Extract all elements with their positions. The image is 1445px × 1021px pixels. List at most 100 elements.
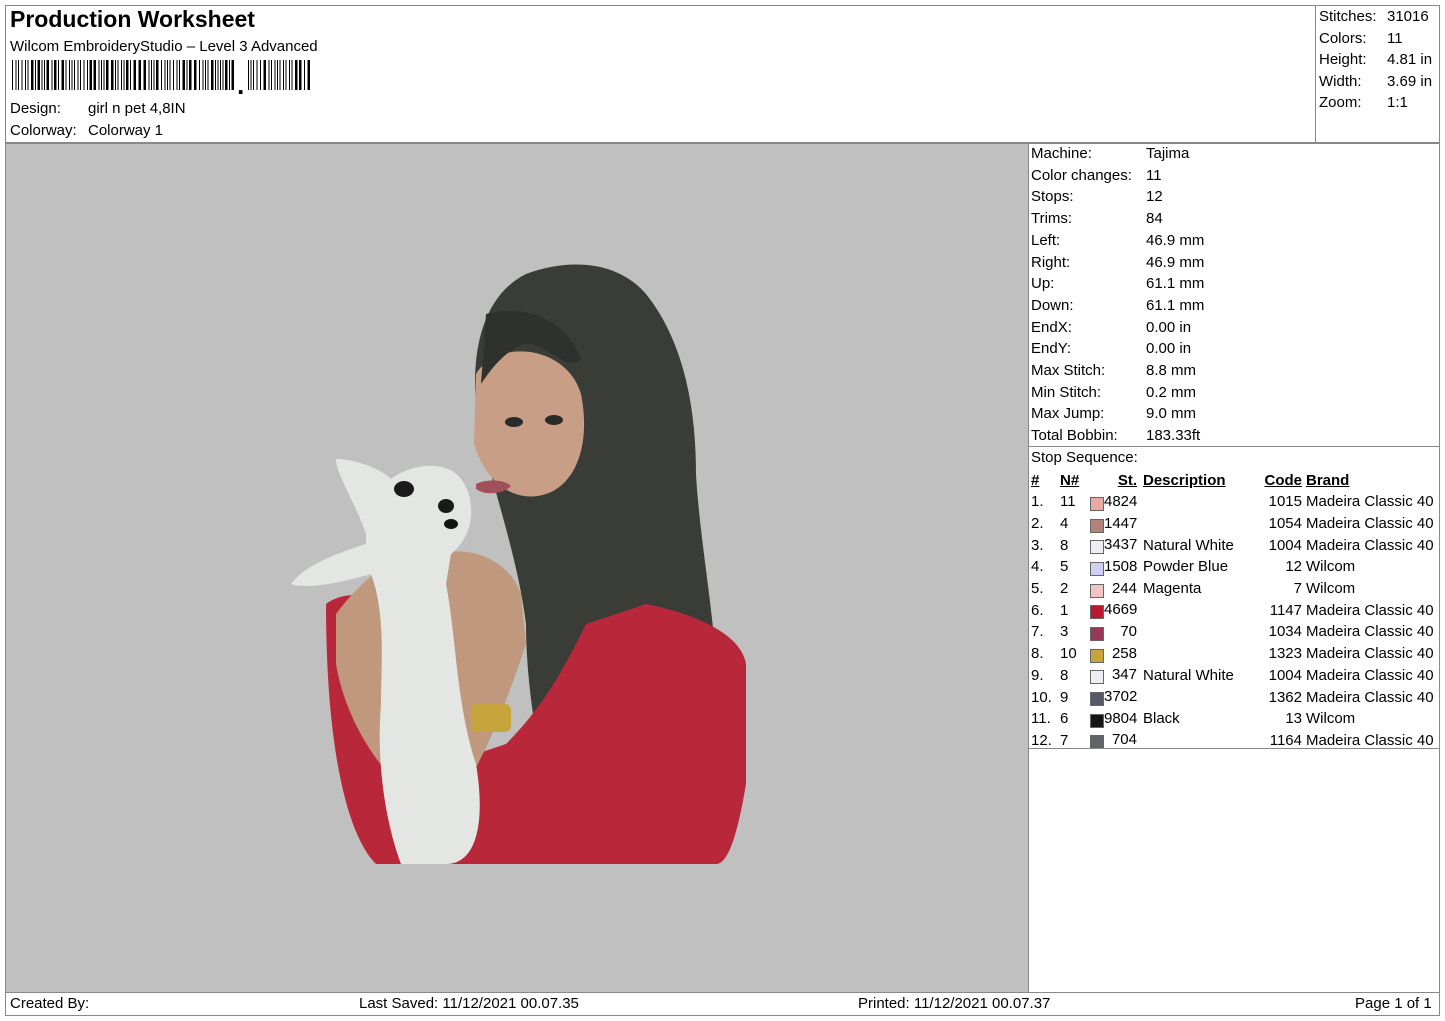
barcode-bar <box>253 60 254 90</box>
machine-info-label: Down: <box>1031 296 1074 314</box>
barcode-bar <box>111 60 114 90</box>
row-brand: Madeira Classic 40 <box>1306 515 1434 533</box>
machine-info-label: Total Bobbin: <box>1031 427 1118 445</box>
summary-label: Zoom: <box>1319 94 1362 112</box>
barcode-bar <box>199 60 200 90</box>
stitch-count: 4824 <box>1104 492 1138 510</box>
machine-info-label: Stops: <box>1031 188 1074 206</box>
table-row: 4. 5 1508 Powder Blue 12 Wilcom <box>1031 556 1437 578</box>
row-num: 11. <box>1031 710 1051 728</box>
barcode-bar <box>41 60 43 90</box>
barcode-bar <box>161 60 162 90</box>
machine-info-value: 46.9 mm <box>1146 231 1205 249</box>
barcode-bar <box>189 60 192 90</box>
barcode-bar <box>279 60 281 90</box>
row-stitches: 4669 <box>1090 599 1143 621</box>
machine-info-label: Left: <box>1031 231 1061 249</box>
row-code: 1362 <box>1268 688 1302 706</box>
barcode-bar <box>121 60 122 90</box>
summary-value: 3.69 in <box>1387 72 1433 90</box>
row-code: 1015 <box>1268 493 1302 511</box>
table-row: 3. 8 3437 Natural White 1004 Madeira Classic … <box>1031 534 1437 556</box>
machine-info-value: 8.8 mm <box>1146 362 1197 379</box>
row-num: 4. <box>1031 558 1044 576</box>
summary-label: Width: <box>1319 72 1362 90</box>
barcode-bar <box>123 60 125 90</box>
row-needle: 4 <box>1060 515 1069 533</box>
row-num: 3. <box>1031 536 1044 554</box>
machine-info-value: 11 <box>1146 166 1162 184</box>
barcode-bar <box>291 60 293 90</box>
table-row: 9. 8 347 Natural White 1004 Madeira Classic 4… <box>1031 665 1437 687</box>
barcode-bar <box>164 60 166 90</box>
barcode-bar <box>74 60 75 90</box>
machine-info-label: Machine: <box>1031 145 1092 162</box>
barcode-bar <box>299 60 302 90</box>
row-description <box>1143 686 1258 708</box>
colorway-value: Colorway 1 <box>88 122 164 139</box>
row-brand: Madeira Classic 40 <box>1306 536 1434 554</box>
machine-info-label: Max Stitch: <box>1031 362 1106 379</box>
row-num: 8. <box>1031 645 1044 663</box>
row-needle: 1 <box>1060 601 1069 619</box>
color-swatch <box>1090 605 1104 620</box>
barcode-bar <box>307 60 310 90</box>
table-row: 10. 9 3702 1362 Madeira Classic 40 <box>1031 686 1437 708</box>
watch-shape <box>471 704 511 732</box>
machine-info-value: Tajima <box>1146 145 1190 162</box>
table-row: 2. 4 1447 1054 Madeira Classic 40 <box>1031 513 1437 535</box>
machine-info-label: Right: <box>1031 253 1071 271</box>
row-brand: Madeira Classic 40 <box>1306 666 1434 684</box>
barcode-bar <box>106 60 109 90</box>
barcode-bar <box>289 60 290 90</box>
row-code: 1147 <box>1269 601 1302 619</box>
barcode-bar <box>182 60 185 90</box>
col-description-header: Description <box>1143 472 1226 489</box>
last-saved: Last Saved: 11/12/2021 00.07.35 <box>359 995 579 1012</box>
row-num: 1. <box>1031 493 1044 511</box>
barcode-bar <box>58 60 59 90</box>
stitch-count: 347 <box>1111 666 1137 684</box>
barcode-separator: , <box>237 70 244 94</box>
table-row: 8. 10 258 1323 Madeira Classic 40 <box>1031 643 1437 665</box>
machine-info-value: 0.00 in <box>1146 318 1192 336</box>
barcode-bar <box>87 60 88 90</box>
barcode-icon: , <box>12 60 310 94</box>
row-description: Powder Blue <box>1143 558 1229 576</box>
row-description <box>1143 643 1258 665</box>
row-description: Natural White <box>1143 536 1234 554</box>
dog-eye-right <box>438 499 454 513</box>
dog-eye-left <box>394 481 414 497</box>
machine-info-value: 12 <box>1146 188 1163 206</box>
summary-value: 1:1 <box>1387 94 1408 112</box>
stitch-count: 3437 <box>1104 536 1138 554</box>
row-needle: 3 <box>1060 623 1069 641</box>
barcode-bar <box>148 60 150 90</box>
barcode-bar <box>35 60 36 90</box>
row-needle: 8 <box>1060 536 1069 554</box>
barcode-bar <box>156 60 159 90</box>
stitch-count: 1447 <box>1104 514 1138 532</box>
stitch-count: 244 <box>1111 579 1137 597</box>
stitch-count: 3702 <box>1104 688 1138 706</box>
row-stitches: 70 <box>1090 621 1143 643</box>
barcode-bar <box>215 60 216 90</box>
barcode-bar <box>283 60 284 90</box>
machine-info-panel: Machine: Tajima Color changes: 11 Stops: 12 Tr… <box>1028 143 1440 447</box>
summary-value: 31016 <box>1387 8 1429 25</box>
barcode-bar <box>80 60 81 90</box>
row-needle: 2 <box>1060 580 1069 598</box>
row-brand: Madeira Classic 40 <box>1306 645 1434 663</box>
row-code: 13 <box>1285 710 1302 728</box>
barcode-bar <box>285 60 287 90</box>
barcode-bar <box>117 60 119 90</box>
barcode-bar <box>268 60 270 90</box>
color-swatch <box>1090 713 1104 728</box>
col-brand-header: Brand <box>1306 472 1350 489</box>
barcode-bar <box>31 60 34 90</box>
row-needle: 11 <box>1060 493 1076 511</box>
barcode-bar <box>21 60 23 90</box>
row-code: 1323 <box>1268 645 1302 663</box>
row-code: 1004 <box>1268 536 1302 554</box>
page-title: Production Worksheet <box>10 6 255 32</box>
